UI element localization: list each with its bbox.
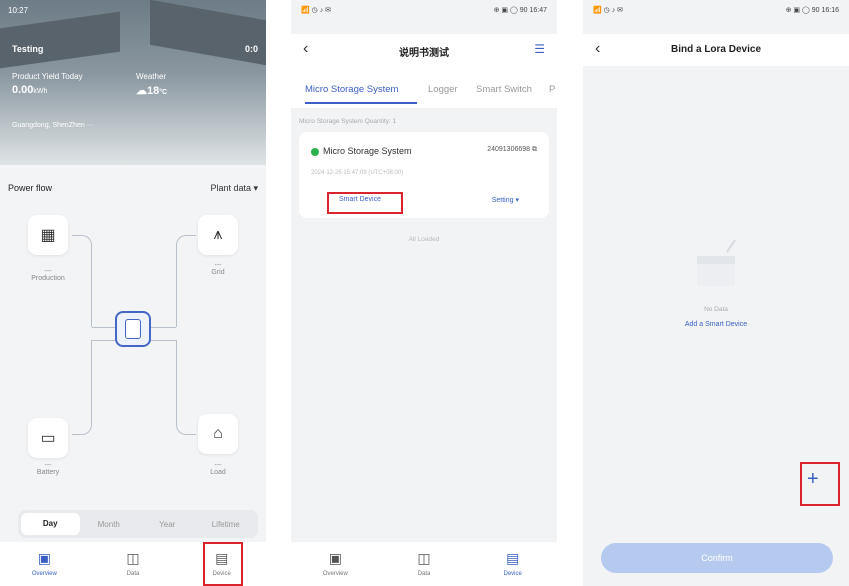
power-flow-title: Power flow (8, 183, 53, 193)
battery-node[interactable]: ▭ (28, 418, 68, 458)
tab-smart-switch[interactable]: Smart Switch (476, 84, 532, 95)
plant-name[interactable]: Testing (12, 44, 43, 54)
nav-bar: ‹ Bind a Lora Device (583, 34, 849, 66)
bottom-tabbar: ▣ Overview ◫ Data ▤ Device (291, 542, 557, 586)
add-button-highlight (800, 462, 840, 506)
page-title: 说明书测试 (399, 48, 449, 59)
load-value: --- Load (210, 462, 226, 476)
status-time: 10:27 (8, 6, 29, 15)
solar-panel-icon: ▦ (40, 227, 56, 244)
plant-data-dropdown[interactable]: Plant data ▾ (210, 183, 258, 194)
home-icon: ▣ (37, 550, 51, 566)
status-bar: 📶 ◷ ♪ ✉ ⊕ ▣ ◯ 90 16:16 (593, 7, 839, 14)
tab-device[interactable]: ▤ Device (468, 542, 557, 586)
device-list-screen: 📶 ◷ ♪ ✉ ⊕ ▣ ◯ 90 16:47 ‹ 说明书测试 ☰ Micro St… (291, 0, 557, 586)
battery-icon: ▭ (40, 430, 56, 447)
device-name: Micro Storage System (323, 146, 412, 156)
plant-location: Guangdong, ShenZhen ··· (12, 122, 94, 129)
smart-device-highlight (327, 192, 403, 214)
grid-node[interactable]: ⩚ (198, 215, 238, 255)
inverter-icon[interactable] (115, 311, 151, 347)
device-type-tabs: Micro Storage System Logger Smart Switch… (291, 66, 557, 108)
tab-data[interactable]: ◫ Data (380, 542, 469, 586)
tab-micro-storage[interactable]: Micro Storage System (305, 84, 398, 95)
overview-screen: 10:27 Testing 0:0 Product Yield Today 0.… (0, 0, 266, 586)
plant-hero-image: 10:27 Testing 0:0 Product Yield Today 0.… (0, 0, 266, 165)
power-tower-icon: ⩚ (213, 226, 223, 243)
weather-label: Weather (136, 72, 167, 81)
device-tab-highlight (203, 542, 243, 586)
device-date: 2024-12-26 15:47:09 (UTC+08:00) (311, 170, 404, 176)
add-smart-device-link[interactable]: Add a Smart Device (583, 321, 849, 328)
active-tab-underline (305, 102, 417, 104)
setting-button[interactable]: Setting ▾ (492, 196, 519, 204)
period-tab-lifetime[interactable]: Lifetime (197, 520, 256, 529)
status-bar: 📶 ◷ ♪ ✉ ⊕ ▣ ◯ 90 16:47 (301, 7, 547, 14)
tab-data[interactable]: ◫ Data (89, 542, 178, 586)
cloud-icon: ☁ (136, 85, 147, 97)
grid-value: --- Grid (211, 262, 225, 276)
device-icon: ▤ (506, 550, 520, 566)
empty-box-icon (693, 238, 739, 288)
time-badge: 0:0 (244, 44, 258, 54)
production-node[interactable]: ▦ (28, 215, 68, 255)
caret-down-icon: ▾ (515, 197, 519, 204)
bind-lora-screen: 📶 ◷ ♪ ✉ ⊕ ▣ ◯ 90 16:16 ‹ Bind a Lora Devi… (583, 0, 849, 586)
tab-more[interactable]: P (549, 84, 555, 95)
online-status-icon (311, 148, 319, 156)
chart-icon: ◫ (126, 550, 140, 566)
load-node[interactable]: ⌂ (198, 414, 238, 454)
yield-label: Product Yield Today (12, 72, 83, 81)
device-quantity: Micro Storage System Quantity: 1 (299, 118, 397, 125)
battery-value: --- Battery (36, 462, 60, 476)
copy-icon[interactable]: ⧉ (532, 146, 537, 153)
tab-logger[interactable]: Logger (428, 84, 458, 95)
device-sn: 24091306698 ⧉ (487, 146, 537, 153)
chart-icon: ◫ (417, 550, 431, 566)
production-value: --- Production (31, 268, 65, 282)
home-load-icon: ⌂ (213, 425, 223, 442)
period-tab-day[interactable]: Day (21, 513, 80, 535)
period-tab-month[interactable]: Month (80, 520, 139, 529)
period-selector: Day Month Year Lifetime (18, 510, 258, 538)
no-data-text: No Data (704, 306, 728, 313)
loaded-text: All Loaded (408, 236, 440, 243)
home-icon: ▣ (328, 550, 342, 566)
menu-icon[interactable]: ☰ (534, 42, 545, 56)
weather-value: ☁18°C (136, 85, 168, 97)
confirm-button[interactable]: Confirm (601, 543, 833, 573)
page-title: Bind a Lora Device (670, 44, 762, 55)
period-tab-year[interactable]: Year (138, 520, 197, 529)
yield-value: 0.00kWh (12, 84, 48, 96)
tab-overview[interactable]: ▣ Overview (291, 542, 380, 586)
nav-bar: ‹ 说明书测试 ☰ (291, 34, 557, 66)
tab-overview[interactable]: ▣ Overview (0, 542, 89, 586)
